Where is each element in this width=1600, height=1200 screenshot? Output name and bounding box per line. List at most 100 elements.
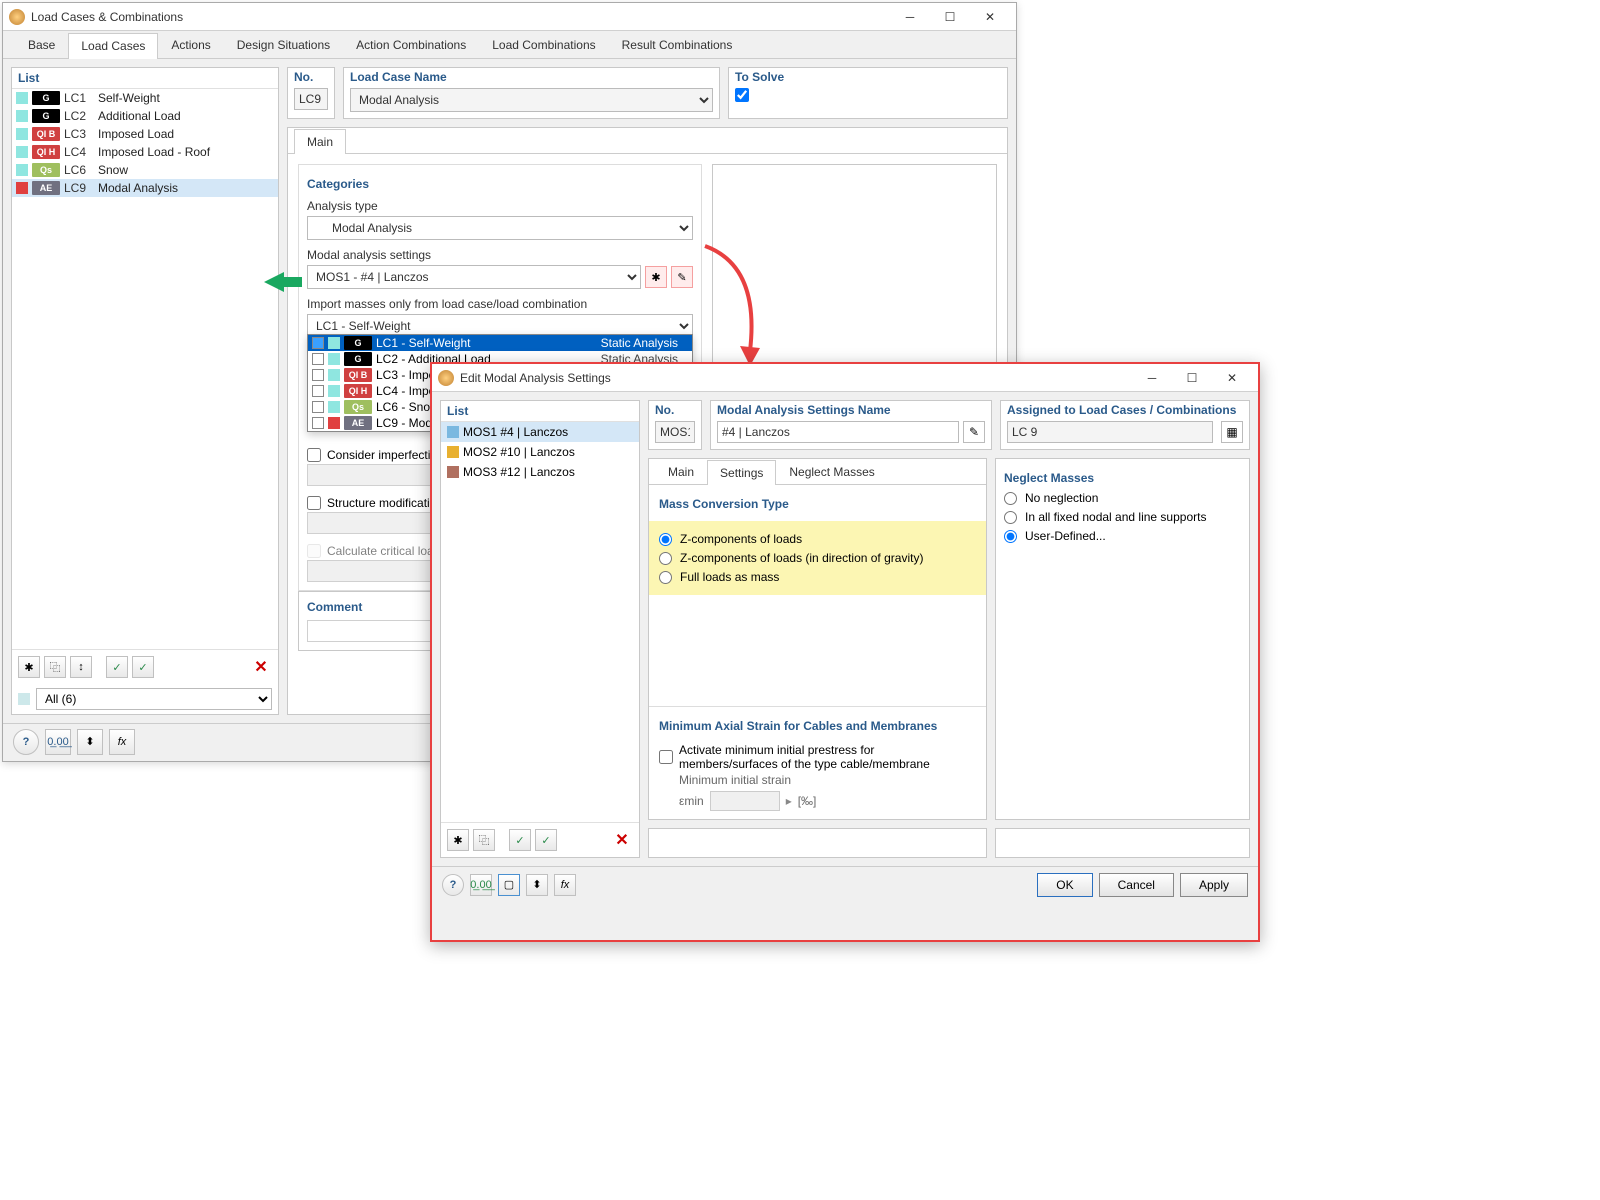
tab-action-combinations[interactable]: Action Combinations <box>343 32 479 58</box>
apply-button[interactable]: Apply <box>1180 873 1248 897</box>
assigned-field: Assigned to Load Cases / Combinations ▦ <box>1000 400 1250 450</box>
tab-load-cases[interactable]: Load Cases <box>68 33 158 59</box>
edit-modal-settings-dialog: Edit Modal Analysis Settings ─ ☐ ✕ List … <box>430 362 1260 942</box>
load-case-list: GLC1Self-WeightGLC2Additional LoadQI BLC… <box>12 89 278 649</box>
sec-units-icon[interactable]: 0̲.0̲0̲ <box>470 874 492 896</box>
strain-input <box>710 791 780 811</box>
sec-new-icon[interactable]: ✱ <box>447 829 469 851</box>
sec-box-icon[interactable]: ▢ <box>498 874 520 896</box>
assigned-browse-icon[interactable]: ▦ <box>1221 421 1243 443</box>
units-icon[interactable]: 0̲.0̲0̲ <box>45 729 71 755</box>
strain-checkbox-label: Activate minimum initial prestress for m… <box>679 743 939 771</box>
tab-base[interactable]: Base <box>15 32 68 58</box>
list-item[interactable]: MOS3 #12 | Lanczos <box>441 462 639 482</box>
neglect-opt-user[interactable] <box>1004 530 1017 543</box>
edit-name-icon[interactable]: ✎ <box>963 421 985 443</box>
mass-opt-z[interactable] <box>659 533 672 546</box>
structure-mod-checkbox[interactable] <box>307 496 321 510</box>
tree-icon[interactable]: ⬍ <box>77 729 103 755</box>
mass-opt-z-gravity[interactable] <box>659 552 672 565</box>
list-item[interactable]: AELC9Modal Analysis <box>12 179 278 197</box>
categories-header: Categories <box>307 177 693 191</box>
sec-fx-icon[interactable]: fx <box>554 874 576 896</box>
structure-mod-label: Structure modification <box>327 496 443 510</box>
new-settings-icon[interactable]: ✱ <box>645 266 667 288</box>
window-title: Load Cases & Combinations <box>31 10 890 24</box>
red-arrow-annotation <box>700 236 780 376</box>
mass-opt-full[interactable] <box>659 571 672 584</box>
sec-settings-panel: Main Settings Neglect Masses Mass Conver… <box>648 458 987 820</box>
sec-footer: ? 0̲.0̲0̲ ▢ ⬍ fx OK Cancel Apply <box>432 866 1258 902</box>
filter-row: All (6) <box>12 684 278 714</box>
sec-tab-settings[interactable]: Settings <box>707 460 776 485</box>
strain-sublabel: Minimum initial strain <box>679 773 976 787</box>
sec-tab-main[interactable]: Main <box>655 459 707 484</box>
delete-icon[interactable]: ✕ <box>250 656 272 678</box>
strain-unit: [‰] <box>798 794 817 808</box>
sec-maximize-button[interactable]: ☐ <box>1172 366 1212 390</box>
mos-list-panel: List MOS1 #4 | LanczosMOS2 #10 | Lanczos… <box>440 400 640 858</box>
neglect-opt-fixed[interactable] <box>1004 511 1017 524</box>
sort-icon[interactable]: ↕ <box>70 656 92 678</box>
strain-header: Minimum Axial Strain for Cables and Memb… <box>659 719 976 733</box>
sec-close-button[interactable]: ✕ <box>1212 366 1252 390</box>
sec-name-field: Modal Analysis Settings Name ✎ <box>710 400 992 450</box>
strain-symbol: εmin <box>679 794 704 808</box>
edit-settings-icon[interactable]: ✎ <box>671 266 693 288</box>
name-field: Load Case Name Modal Analysis <box>343 67 720 119</box>
tab-load-combinations[interactable]: Load Combinations <box>479 32 608 58</box>
sec-tree-icon[interactable]: ⬍ <box>526 874 548 896</box>
tab-design-situations[interactable]: Design Situations <box>224 32 343 58</box>
filter-select[interactable]: All (6) <box>36 688 272 710</box>
sec-copy-icon[interactable]: ⿻ <box>473 829 495 851</box>
main-tabstrip: Base Load Cases Actions Design Situation… <box>3 31 1016 59</box>
name-input[interactable]: Modal Analysis <box>350 88 713 112</box>
fx-icon[interactable]: fx <box>109 729 135 755</box>
mos-list: MOS1 #4 | LanczosMOS2 #10 | LanczosMOS3 … <box>441 422 639 822</box>
strain-checkbox[interactable] <box>659 750 673 764</box>
list-item[interactable]: QI HLC4Imposed Load - Roof <box>12 143 278 161</box>
neglect-opt-none[interactable] <box>1004 492 1017 505</box>
check-icon[interactable]: ✓ <box>106 656 128 678</box>
inner-tab-main[interactable]: Main <box>294 129 346 154</box>
calc-critical-checkbox <box>307 544 321 558</box>
import-masses-label: Import masses only from load case/load c… <box>307 297 693 311</box>
list-item[interactable]: GLC1Self-Weight <box>12 89 278 107</box>
tab-actions[interactable]: Actions <box>158 32 223 58</box>
sec-delete-icon[interactable]: ✕ <box>611 829 633 851</box>
maximize-button[interactable]: ☐ <box>930 5 970 29</box>
no-field: No. <box>287 67 335 119</box>
sec-help-icon[interactable]: ? <box>442 874 464 896</box>
list-item[interactable]: QI BLC3Imposed Load <box>12 125 278 143</box>
modal-settings-select[interactable]: MOS1 - #4 | Lanczos <box>307 265 641 289</box>
minimize-button[interactable]: ─ <box>890 5 930 29</box>
ok-button[interactable]: OK <box>1037 873 1092 897</box>
sec-check2-icon[interactable]: ✓ <box>535 829 557 851</box>
analysis-type-select[interactable]: Modal Analysis <box>307 216 693 240</box>
consider-imperfection-label: Consider imperfection <box>327 448 444 462</box>
sec-no-input[interactable] <box>655 421 695 443</box>
sec-tab-neglect[interactable]: Neglect Masses <box>776 459 887 484</box>
list-item[interactable]: MOS1 #4 | Lanczos <box>441 422 639 442</box>
consider-imperfection-checkbox[interactable] <box>307 448 321 462</box>
list-item[interactable]: QsLC6Snow <box>12 161 278 179</box>
sec-name-input[interactable] <box>717 421 959 443</box>
sec-minimize-button[interactable]: ─ <box>1132 366 1172 390</box>
close-button[interactable]: ✕ <box>970 5 1010 29</box>
copy-icon[interactable]: ⿻ <box>44 656 66 678</box>
list-item[interactable]: MOS2 #10 | Lanczos <box>441 442 639 462</box>
sec-check-icon[interactable]: ✓ <box>509 829 531 851</box>
solve-checkbox[interactable] <box>735 88 749 102</box>
cancel-button[interactable]: Cancel <box>1099 873 1174 897</box>
list-item[interactable]: GLC2Additional Load <box>12 107 278 125</box>
no-input[interactable] <box>294 88 328 110</box>
filter-swatch <box>18 693 30 705</box>
strain-section: Minimum Axial Strain for Cables and Memb… <box>649 706 986 819</box>
new-icon[interactable]: ✱ <box>18 656 40 678</box>
tab-result-combinations[interactable]: Result Combinations <box>609 32 746 58</box>
assigned-input[interactable] <box>1007 421 1213 443</box>
help-icon[interactable]: ? <box>13 729 39 755</box>
dropdown-item[interactable]: GLC1 - Self-WeightStatic Analysis <box>308 335 692 351</box>
check2-icon[interactable]: ✓ <box>132 656 154 678</box>
sec-list-toolbar: ✱ ⿻ ✓ ✓ ✕ <box>441 822 639 857</box>
